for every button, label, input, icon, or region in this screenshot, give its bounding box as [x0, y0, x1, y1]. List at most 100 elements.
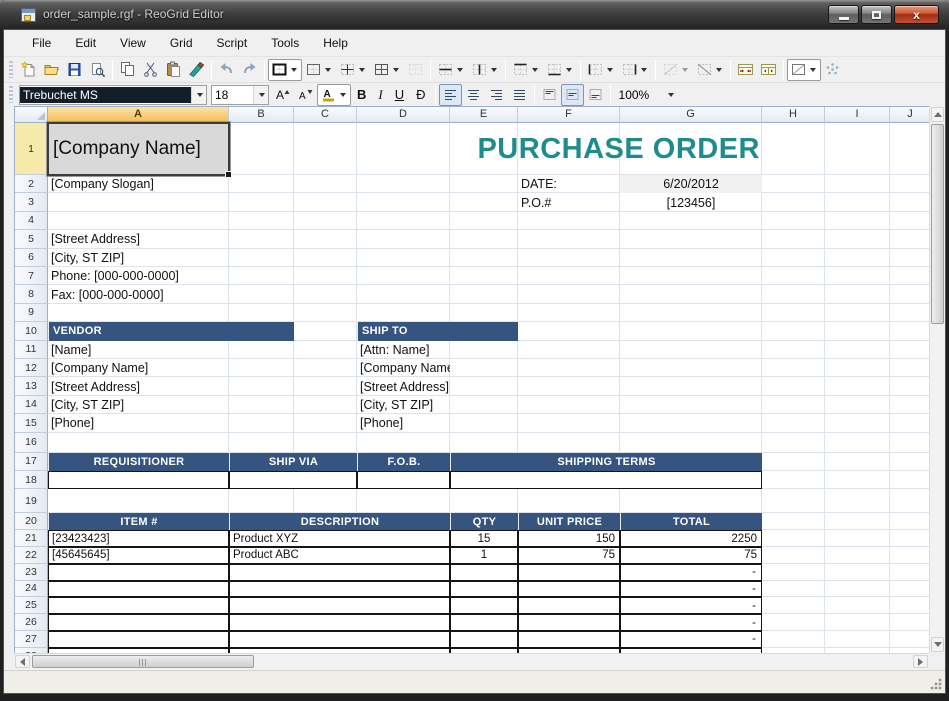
cell-B17[interactable]: SHIP VIA: [229, 453, 357, 471]
row-header-16[interactable]: 16: [15, 433, 48, 453]
cell-D14[interactable]: [City, ST ZIP]: [357, 396, 450, 414]
cell-E22[interactable]: 1: [450, 547, 518, 564]
cell-G20[interactable]: TOTAL: [620, 513, 762, 530]
cell-G3[interactable]: [123456]: [620, 193, 762, 211]
increase-font-button[interactable]: A: [271, 84, 294, 106]
cell-A5[interactable]: [Street Address]: [48, 230, 294, 248]
undo-button[interactable]: [215, 59, 238, 81]
horizontal-scroll-thumb[interactable]: [32, 655, 254, 668]
strikethrough-button[interactable]: Ð: [410, 84, 431, 106]
column-header-F[interactable]: F: [518, 107, 620, 123]
scroll-right-button[interactable]: [913, 655, 928, 668]
cell-F25[interactable]: [518, 597, 620, 614]
menu-view[interactable]: View: [108, 32, 158, 54]
cell-G26[interactable]: -: [620, 614, 762, 631]
open-file-button[interactable]: [40, 59, 63, 81]
border-backslash-button[interactable]: [693, 59, 727, 81]
row-header-19[interactable]: 19: [15, 489, 48, 513]
bold-button[interactable]: B: [351, 84, 372, 106]
row-header-1[interactable]: 1: [15, 123, 48, 175]
cell-B23[interactable]: [229, 564, 450, 581]
copy-button[interactable]: [116, 59, 139, 81]
vertical-scroll-thumb[interactable]: [931, 124, 944, 324]
cell-D11[interactable]: [Attn: Name]: [357, 341, 450, 359]
border-left-button[interactable]: [584, 59, 618, 81]
row-header-15[interactable]: 15: [15, 414, 48, 432]
cell-A17[interactable]: REQUISITIONER: [48, 453, 229, 471]
align-distributed-button[interactable]: [508, 84, 531, 106]
row-header-13[interactable]: 13: [15, 377, 48, 395]
cell-E18[interactable]: [450, 471, 762, 489]
maximize-button[interactable]: [861, 5, 892, 24]
row-header-8[interactable]: 8: [15, 285, 48, 303]
cell-G25[interactable]: -: [620, 597, 762, 614]
new-file-button[interactable]: [17, 59, 40, 81]
scroll-left-button[interactable]: [15, 655, 30, 668]
border-inside-vertical-button[interactable]: [468, 59, 502, 81]
row-header-14[interactable]: 14: [15, 396, 48, 414]
cell-D12[interactable]: [Company Name]: [357, 359, 450, 377]
row-header-4[interactable]: 4: [15, 212, 48, 230]
cell-F3[interactable]: P.O.#: [518, 193, 620, 211]
row-header-23[interactable]: 23: [15, 564, 48, 581]
row-header-25[interactable]: 25: [15, 597, 48, 614]
cell-A15[interactable]: [Phone]: [48, 414, 229, 432]
cell-G23[interactable]: -: [620, 564, 762, 581]
column-header-E[interactable]: E: [450, 107, 518, 123]
cell-E17[interactable]: SHIPPING TERMS: [450, 453, 762, 471]
cell-E21[interactable]: 15: [450, 530, 518, 547]
valign-top-button[interactable]: [538, 84, 561, 106]
resize-grip[interactable]: [930, 678, 942, 690]
column-header-B[interactable]: B: [229, 107, 294, 123]
border-inside-horizontal-button[interactable]: [434, 59, 468, 81]
cell-B21[interactable]: Product XYZ: [229, 530, 450, 547]
cell-A23[interactable]: [48, 564, 229, 581]
menu-tools[interactable]: Tools: [259, 32, 311, 54]
italic-button[interactable]: I: [372, 84, 388, 106]
cell-A22[interactable]: [45645645]: [48, 547, 229, 564]
menu-script[interactable]: Script: [205, 32, 260, 54]
cell-B22[interactable]: Product ABC: [229, 547, 450, 564]
column-header-G[interactable]: G: [620, 107, 762, 123]
dropdown-arrow-icon[interactable]: [191, 86, 206, 104]
row-header-3[interactable]: 3: [15, 193, 48, 211]
cell-A11[interactable]: [Name]: [48, 341, 229, 359]
print-preview-button[interactable]: [86, 59, 109, 81]
zoom-combo[interactable]: 100%: [616, 85, 678, 105]
cell-A6[interactable]: [City, ST ZIP]: [48, 249, 294, 267]
unmerge-cells-button[interactable]: [757, 59, 780, 81]
cell-E25[interactable]: [450, 597, 518, 614]
scroll-up-button[interactable]: [931, 107, 944, 122]
border-inside-cross-button[interactable]: [336, 59, 370, 81]
cell-E27[interactable]: [450, 631, 518, 648]
align-left-button[interactable]: [439, 84, 462, 106]
row-header-11[interactable]: 11: [15, 341, 48, 359]
cell-F22[interactable]: 75: [518, 547, 620, 564]
cell-G22[interactable]: 75: [620, 547, 762, 564]
row-header-26[interactable]: 26: [15, 614, 48, 631]
selected-cell[interactable]: [Company Name]: [47, 122, 230, 176]
cell-E20[interactable]: QTY: [450, 513, 518, 530]
cell-F26[interactable]: [518, 614, 620, 631]
font-color-button[interactable]: A: [317, 84, 351, 106]
cell-D18[interactable]: [357, 471, 450, 489]
cut-button[interactable]: [139, 59, 162, 81]
valign-bottom-button[interactable]: [584, 84, 607, 106]
merge-cells-button[interactable]: [734, 59, 757, 81]
row-header-27[interactable]: 27: [15, 631, 48, 648]
row-header-20[interactable]: 20: [15, 513, 48, 530]
select-all-corner[interactable]: [15, 107, 48, 123]
cell-E24[interactable]: [450, 581, 518, 598]
format-painter-button[interactable]: [185, 59, 208, 81]
border-thick-outline-button[interactable]: [268, 59, 302, 81]
toolbar-grip[interactable]: [9, 86, 13, 103]
scroll-down-button[interactable]: [931, 637, 944, 652]
font-name-combo[interactable]: Trebuchet MS: [19, 85, 207, 105]
column-header-D[interactable]: D: [357, 107, 450, 123]
vertical-scrollbar[interactable]: [929, 106, 945, 653]
cell-B20[interactable]: DESCRIPTION: [229, 513, 450, 530]
row-header-9[interactable]: 9: [15, 304, 48, 322]
border-top-button[interactable]: [509, 59, 543, 81]
cell-A25[interactable]: [48, 597, 229, 614]
freeze-button[interactable]: [821, 59, 844, 81]
